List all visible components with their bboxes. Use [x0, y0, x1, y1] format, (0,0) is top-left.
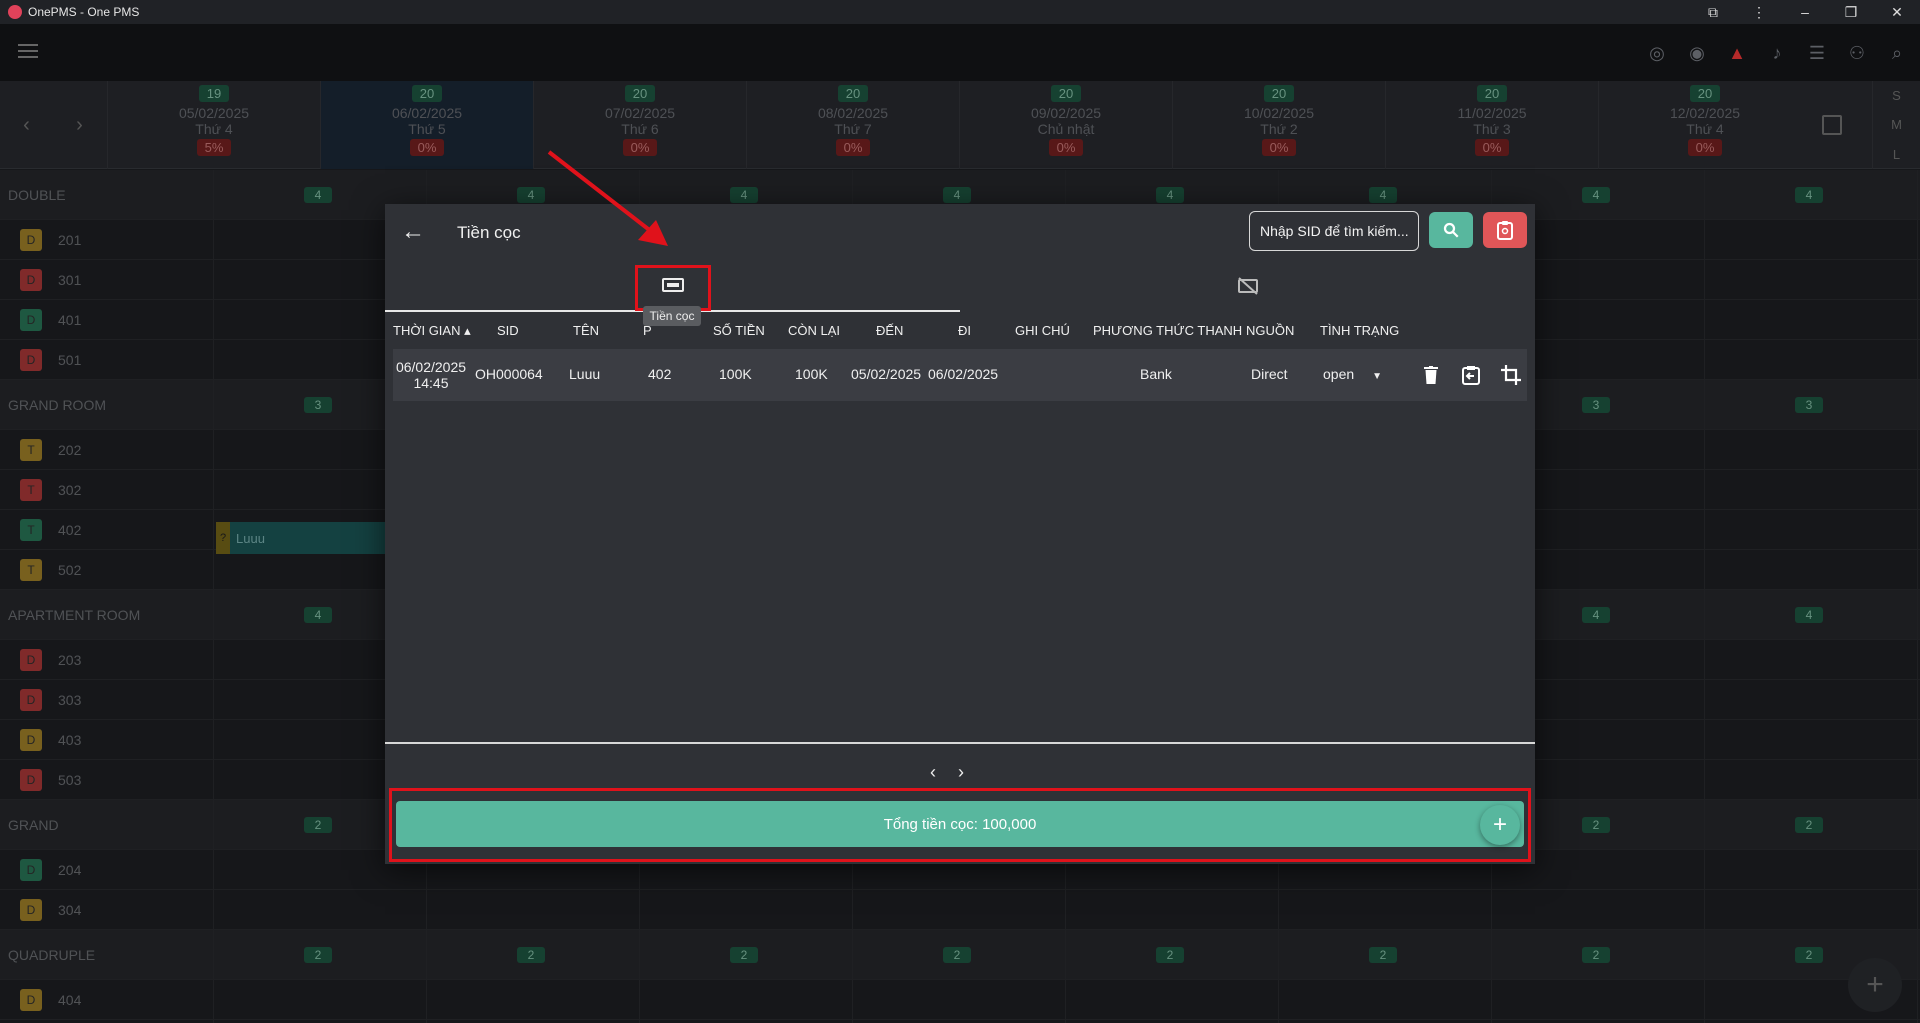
crop-button[interactable] [1498, 362, 1524, 388]
transfer-icon [1462, 366, 1480, 385]
search-button[interactable] [1429, 212, 1473, 248]
cell-room: 402 [648, 366, 672, 382]
target-icon[interactable]: ◎ [1644, 40, 1670, 66]
window-title: OnePMS - One PMS [28, 5, 140, 19]
delete-button[interactable] [1418, 362, 1444, 388]
cell-depart: 06/02/2025 [928, 366, 999, 382]
total-deposit-label: Tổng tiền cọc: 100,000 [883, 815, 1037, 833]
crop-icon [1501, 365, 1521, 385]
cell-sid: OH000064 [475, 366, 543, 382]
col-sid[interactable]: SID [497, 323, 519, 338]
col-remaining[interactable]: CÒN LẠI [788, 323, 840, 338]
col-name[interactable]: TÊN [573, 323, 599, 338]
pagination: ‹ › [930, 762, 964, 783]
cell-arrive: 05/02/2025 [851, 366, 922, 382]
search-icon[interactable]: ⌕ [1884, 40, 1910, 66]
cell-name: Luuu [569, 366, 601, 382]
next-page-icon[interactable]: › [958, 762, 964, 783]
transfer-button[interactable] [1458, 362, 1484, 388]
col-payment-method[interactable]: PHƯƠNG THỨC THANH [1093, 323, 1242, 338]
status-select[interactable]: open ▼ [1323, 366, 1382, 382]
col-note[interactable]: GHI CHÚ [1015, 323, 1070, 338]
table-row[interactable]: 06/02/2025 14:45 OH000064 Luuu 402 100K 1… [393, 349, 1527, 401]
modal-header: ← Tiền cọc [385, 204, 1535, 260]
search-icon [1443, 222, 1459, 238]
chevron-down-icon: ▼ [1372, 371, 1383, 382]
sid-search-input[interactable] [1249, 211, 1419, 251]
col-depart[interactable]: ĐI [958, 323, 971, 338]
col-amount[interactable]: SỐ TIỀN [713, 323, 765, 338]
add-deposit-button[interactable]: + [1480, 805, 1520, 845]
no-money-icon [1237, 277, 1258, 295]
highlight-box-tab [635, 265, 711, 311]
total-deposit-bar: Tổng tiền cọc: 100,000 + [396, 801, 1524, 847]
extensions-icon[interactable]: ⧉ [1690, 0, 1736, 24]
window-titlebar: OnePMS - One PMS ⧉ ⋮ – ❐ ✕ [0, 0, 1920, 24]
list-icon[interactable]: ☰ [1804, 40, 1830, 66]
clipboard-button[interactable] [1483, 212, 1527, 248]
cell-time: 06/02/2025 14:45 [395, 359, 467, 391]
cell-amount: 100K [719, 366, 752, 382]
modal-title: Tiền cọc [457, 223, 521, 242]
eye-icon[interactable]: ◉ [1684, 40, 1710, 66]
tab-deposit-history[interactable] [960, 260, 1535, 312]
warning-icon[interactable]: ▲ [1724, 40, 1750, 66]
back-arrow-icon[interactable]: ← [401, 218, 425, 246]
more-options-icon[interactable]: ⋮ [1736, 0, 1782, 24]
deposit-modal: ← Tiền cọc Tiền cọc THỜI GIAN ▴ SID TÊN … [385, 204, 1535, 864]
prev-page-icon[interactable]: ‹ [930, 762, 936, 783]
col-arrive[interactable]: ĐẾN [876, 323, 903, 338]
minimize-button[interactable]: – [1782, 0, 1828, 24]
close-window-button[interactable]: ✕ [1874, 0, 1920, 24]
table-header: THỜI GIAN ▴ SID TÊN P SỐ TIỀN CÒN LẠI ĐẾ… [393, 312, 1527, 348]
trash-icon [1424, 366, 1438, 384]
col-time[interactable]: THỜI GIAN ▴ [393, 323, 471, 339]
app-toolbar: ◎ ◉ ▲ ♪ ☰ ⚇ ⌕ [0, 24, 1920, 81]
highlight-box-total: Tổng tiền cọc: 100,000 + [389, 788, 1531, 862]
add-user-icon[interactable]: ⚇ [1844, 40, 1870, 66]
cell-payment-method: Bank [1140, 366, 1172, 382]
tab-tooltip: Tiền cọc [643, 306, 701, 326]
restore-button[interactable]: ❐ [1828, 0, 1874, 24]
modal-tabs [385, 260, 1535, 312]
clipboard-icon [1497, 221, 1513, 240]
cell-remaining: 100K [795, 366, 828, 382]
hamburger-menu-icon[interactable] [18, 44, 38, 60]
table-bottom-divider [385, 742, 1535, 744]
col-source[interactable]: NGUỒN [1246, 323, 1294, 338]
notification-bell-icon[interactable]: ♪ [1764, 40, 1790, 66]
col-status[interactable]: TÌNH TRẠNG [1320, 323, 1399, 338]
app-logo-icon [8, 5, 22, 19]
cell-source: Direct [1251, 366, 1288, 382]
